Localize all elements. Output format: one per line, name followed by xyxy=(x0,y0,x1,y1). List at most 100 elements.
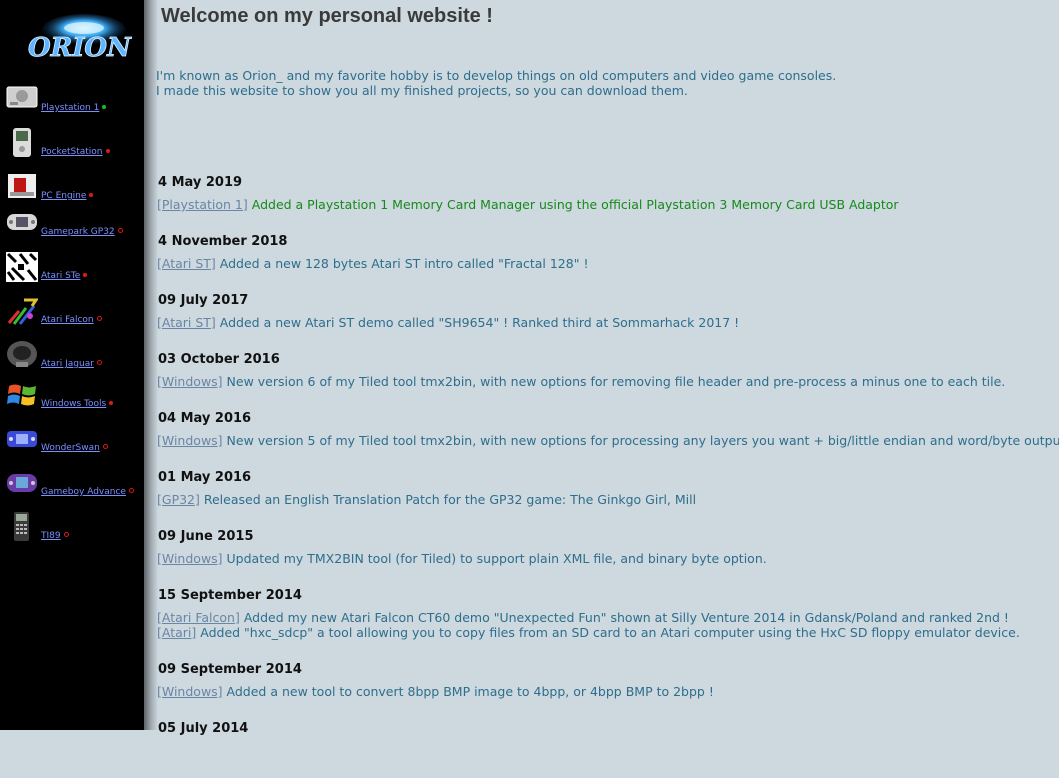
sidebar-item-ti89[interactable]: TI89 xyxy=(6,512,144,542)
category-link-windows[interactable]: [Windows] xyxy=(157,374,223,389)
windows-icon xyxy=(7,384,36,406)
news-date: 01 May 2016 xyxy=(158,470,252,485)
gp32-icon xyxy=(7,214,37,230)
news-entry: 09 June 2015 [Windows] Updated my TMX2BI… xyxy=(157,527,1052,586)
status-indicator xyxy=(117,228,123,233)
news-entry: 09 September 2014 [Windows] Added a new … xyxy=(157,660,1052,719)
sidebar-item-label: Gameboy Advance xyxy=(41,487,126,497)
intro-line: I'm known as Orion_ and my favorite hobb… xyxy=(156,68,837,83)
news-date: 09 June 2015 xyxy=(158,529,254,544)
wonderswan-icon xyxy=(7,431,37,447)
news-text: New version 5 of my Tiled tool tmx2bin, … xyxy=(222,433,1059,448)
news-entry: 03 October 2016 [Windows] New version 6 … xyxy=(157,350,1052,409)
news-entry: 15 September 2014 [Atari Falcon] Added m… xyxy=(157,586,1052,660)
category-link-playstation-1[interactable]: [Playstation 1] xyxy=(157,197,248,212)
sidebar-item-label: PocketStation xyxy=(41,147,103,157)
news-date: 03 October 2016 xyxy=(158,352,280,367)
pc-engine-icon xyxy=(8,174,36,198)
news-text: Added a new Atari ST demo called "SH9654… xyxy=(215,315,740,330)
news-text: New version 6 of my Tiled tool tmx2bin, … xyxy=(222,374,1006,389)
news-line: [GP32] Released an English Translation P… xyxy=(157,492,1052,507)
orion-logo[interactable]: ORION xyxy=(24,10,149,66)
orion-logo-icon: ORION xyxy=(28,14,149,63)
news-text: Updated my TMX2BIN tool (for Tiled) to s… xyxy=(222,551,767,566)
status-indicator xyxy=(96,360,102,365)
news-entry: 01 May 2016 [GP32] Released an English T… xyxy=(157,468,1052,527)
category-link-atari-st[interactable]: [Atari ST] xyxy=(157,315,216,330)
news-line: [Atari Falcon] Added my new Atari Falcon… xyxy=(157,610,1052,625)
category-link-atari[interactable]: [Atari] xyxy=(157,625,196,640)
atari-jaguar-icon xyxy=(7,341,37,367)
category-link-atari-st[interactable]: [Atari ST] xyxy=(157,256,216,271)
sidebar-item-atari-ste[interactable]: Atari STe xyxy=(6,252,144,282)
news-text: Added a new tool to convert 8bpp BMP ima… xyxy=(222,684,714,699)
news-list: 4 May 2019 [Playstation 1] Added a Plays… xyxy=(157,173,1059,778)
sidebar-item-label: Playstation 1 xyxy=(41,103,100,113)
news-line: [Atari] Added "hxc_sdcp" a tool allowing… xyxy=(157,625,1052,640)
news-line: [Atari ST] Added a new 128 bytes Atari S… xyxy=(157,256,1052,271)
news-entry: 4 November 2018 [Atari ST] Added a new 1… xyxy=(157,232,1052,291)
news-line: [Windows] New version 5 of my Tiled tool… xyxy=(157,433,1059,448)
sidebar-item-gamepark-gp32[interactable]: Gamepark GP32 xyxy=(6,208,144,238)
sidebar-item-label: Atari STe xyxy=(41,271,81,281)
status-indicator xyxy=(96,316,102,321)
atari-ste-icon xyxy=(6,252,38,282)
status-indicator xyxy=(102,444,108,449)
news-date: 09 July 2017 xyxy=(158,293,249,308)
news-text: Released an English Translation Patch fo… xyxy=(199,492,697,507)
category-link-windows[interactable]: [Windows] xyxy=(157,433,223,448)
category-link-windows[interactable]: [Windows] xyxy=(157,684,223,699)
sidebar-item-atari-falcon[interactable]: Atari Falcon xyxy=(6,296,144,326)
news-line: [Windows] Added a new tool to convert 8b… xyxy=(157,684,1052,699)
sidebar-item-label: TI89 xyxy=(41,531,61,541)
news-entry: 09 July 2017 [Atari ST] Added a new Atar… xyxy=(157,291,1052,350)
ti89-calculator-icon xyxy=(14,512,29,541)
news-entry: 05 July 2014 xyxy=(157,719,1052,778)
category-link-gp32[interactable]: [GP32] xyxy=(157,492,200,507)
sidebar-item-wonderswan[interactable]: WonderSwan xyxy=(6,424,144,454)
sidebar-item-playstation-1[interactable]: Playstation 1 xyxy=(6,84,144,114)
page-title: Welcome on my personal website ! xyxy=(161,5,493,27)
status-indicator xyxy=(102,105,107,109)
news-line: [Windows] Updated my TMX2BIN tool (for T… xyxy=(157,551,1052,566)
news-text: Added a new 128 bytes Atari ST intro cal… xyxy=(215,256,589,271)
news-line: [Atari ST] Added a new Atari ST demo cal… xyxy=(157,315,1052,330)
intro-line: I made this website to show you all my f… xyxy=(156,83,688,98)
news-date: 15 September 2014 xyxy=(158,588,302,603)
sidebar: ORION Playstation 1 PocketStation PC Eng… xyxy=(0,0,149,730)
sidebar-item-label: WonderSwan xyxy=(41,443,100,453)
sidebar-item-label: Atari Jaguar xyxy=(41,359,94,369)
news-date: 09 September 2014 xyxy=(158,662,302,677)
category-link-atari-falcon[interactable]: [Atari Falcon] xyxy=(157,610,240,625)
atari-falcon-icon xyxy=(7,298,38,325)
status-indicator xyxy=(128,488,134,493)
news-text: Added a Playstation 1 Memory Card Manage… xyxy=(247,197,899,212)
sidebar-item-label: Atari Falcon xyxy=(41,315,94,325)
sidebar-item-pocketstation[interactable]: PocketStation xyxy=(6,128,144,158)
news-date: 4 November 2018 xyxy=(158,234,288,249)
news-entry: 04 May 2016 [Windows] New version 5 of m… xyxy=(157,409,1059,468)
status-indicator xyxy=(89,193,94,197)
news-line: [Playstation 1] Added a Playstation 1 Me… xyxy=(157,197,1052,212)
sidebar-item-atari-jaguar[interactable]: Atari Jaguar xyxy=(6,340,144,370)
status-indicator xyxy=(109,401,114,405)
news-line: [Windows] New version 6 of my Tiled tool… xyxy=(157,374,1052,389)
gameboy-advance-icon xyxy=(7,474,37,492)
news-text: Added my new Atari Falcon CT60 demo "Une… xyxy=(239,610,1009,625)
intro-text: I'm known as Orion_ and my favorite hobb… xyxy=(156,68,836,98)
status-indicator xyxy=(83,273,88,277)
news-date: 04 May 2016 xyxy=(158,411,252,426)
pocketstation-icon xyxy=(13,128,31,157)
status-indicator xyxy=(105,149,110,153)
sidebar-item-label: Gamepark GP32 xyxy=(41,227,115,237)
playstation-icon xyxy=(6,86,38,108)
sidebar-item-pc-engine[interactable]: PC Engine xyxy=(6,172,144,202)
logo-text: ORION xyxy=(28,33,132,63)
sidebar-item-label: PC Engine xyxy=(41,191,87,201)
news-text: Added "hxc_sdcp" a tool allowing you to … xyxy=(196,625,1020,640)
sidebar-item-gameboy-advance[interactable]: Gameboy Advance xyxy=(6,468,144,498)
category-link-windows[interactable]: [Windows] xyxy=(157,551,223,566)
news-date: 05 July 2014 xyxy=(158,721,249,736)
sidebar-item-windows-tools[interactable]: Windows Tools xyxy=(6,380,144,410)
news-entry: 4 May 2019 [Playstation 1] Added a Plays… xyxy=(157,173,1052,232)
